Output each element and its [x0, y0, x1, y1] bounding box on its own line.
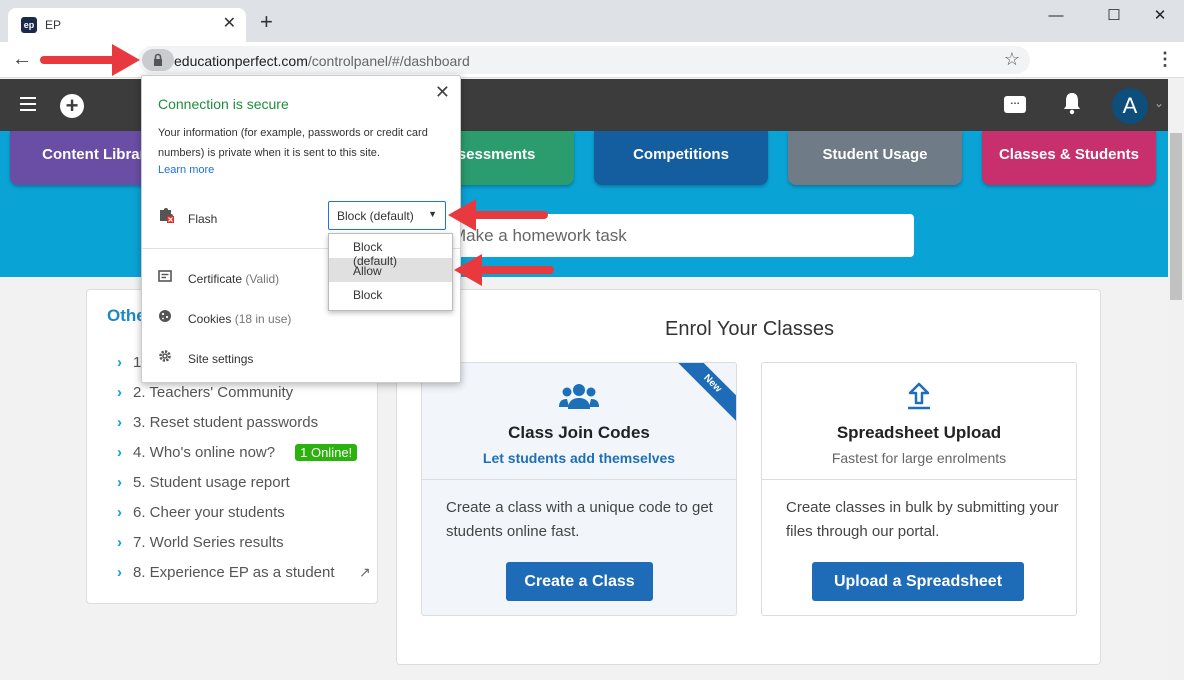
bell-icon[interactable]	[1062, 91, 1082, 121]
hamburger-menu-icon[interactable]	[20, 97, 36, 111]
online-badge: 1 Online!	[295, 444, 358, 461]
list-item[interactable]: › 4. Who's online now? 1 Online!	[117, 444, 358, 474]
list-item-label: 3. Reset student passwords	[133, 414, 319, 431]
list-item-label: 2. Teachers' Community	[133, 384, 294, 401]
list-item-label: 5. Student usage report	[133, 474, 290, 491]
enrol-card: Enrol Your Classes Class Join Codes Let …	[396, 289, 1101, 665]
certificate-icon	[158, 269, 188, 286]
maximize-icon[interactable]: ☐	[1094, 4, 1134, 28]
chevron-right-icon: ›	[117, 414, 122, 431]
spreadsheet-upload-option: Spreadsheet Upload Fastest for large enr…	[761, 362, 1077, 616]
option-subheading: Let students add themselves	[482, 450, 676, 466]
others-list: › 1. › 2. Teachers' Community › 3. Reset st…	[117, 354, 371, 594]
class-join-codes-option: Class Join Codes Let students add themse…	[421, 362, 737, 616]
url-host: educationperfect.com	[174, 53, 308, 69]
option-heading: Class Join Codes	[508, 423, 650, 442]
list-item[interactable]: › 6. Cheer your students	[117, 504, 357, 534]
nav-tile-classes-students[interactable]: Classes & Students	[982, 131, 1156, 185]
chevron-right-icon: ›	[117, 384, 122, 401]
caret-down-icon: ▼	[428, 209, 437, 219]
option-description: Create classes in bulk by submitting you…	[786, 499, 1059, 540]
tab-close-icon[interactable]: ✕	[223, 16, 236, 32]
browser-tab[interactable]: ep EP ✕	[8, 8, 246, 42]
close-icon[interactable]: ✕	[435, 82, 450, 103]
list-item[interactable]: › 8. Experience EP as a student ↗	[117, 564, 371, 594]
cookies-row[interactable]: Cookies (18 in use)	[158, 309, 291, 326]
upload-spreadsheet-button[interactable]: Upload a Spreadsheet	[812, 562, 1024, 601]
avatar[interactable]: A	[1112, 88, 1148, 124]
flash-label: Flash	[188, 212, 218, 226]
nav-tile-competitions[interactable]: Competitions	[594, 131, 768, 185]
add-circle-icon[interactable]: +	[60, 94, 84, 118]
puzzle-blocked-icon	[158, 207, 188, 226]
chevron-down-icon[interactable]: ⌄	[1154, 96, 1164, 110]
flash-dropdown-menu: Block (default) Allow Block	[328, 233, 453, 311]
list-item-label: 7. World Series results	[133, 534, 284, 551]
option-header: Class Join Codes Let students add themse…	[422, 363, 736, 480]
connection-secure-title: Connection is secure	[158, 96, 289, 112]
browser-menu-icon[interactable]: ⋮	[1156, 48, 1174, 70]
annotation-arrow-allow	[454, 254, 554, 286]
certificate-label: Certificate	[188, 272, 243, 286]
users-icon	[422, 381, 736, 418]
nav-tile-student-usage[interactable]: Student Usage	[788, 131, 962, 185]
list-item-label: 8. Experience EP as a student	[133, 564, 335, 581]
browser-toolbar: ← educationperfect.com/controlpanel/#/da…	[0, 42, 1184, 78]
option-subheading: Fastest for large enrolments	[831, 450, 1007, 466]
dropdown-option-block[interactable]: Block	[329, 282, 452, 306]
flash-permission-row: Flash	[158, 207, 217, 226]
chevron-right-icon: ›	[117, 534, 122, 551]
chevron-right-icon: ›	[117, 444, 122, 461]
list-item-label: 4. Who's online now?	[133, 444, 276, 461]
list-item[interactable]: › 5. Student usage report	[117, 474, 357, 504]
cookie-icon	[158, 309, 188, 326]
list-item[interactable]: › 3. Reset student passwords	[117, 414, 357, 444]
browser-titlebar: ep EP ✕ + — ☐ ✕	[0, 0, 1184, 42]
back-arrow-icon[interactable]: ←	[12, 49, 32, 69]
flash-select-value: Block (default)	[337, 209, 414, 223]
list-item[interactable]: › 7. World Series results	[117, 534, 357, 564]
external-link-icon: ↗	[359, 564, 371, 580]
address-bar[interactable]: educationperfect.com/controlpanel/#/dash…	[138, 46, 1030, 74]
dropdown-option-block-default[interactable]: Block (default)	[329, 234, 452, 268]
gear-icon	[158, 349, 188, 366]
option-header: Spreadsheet Upload Fastest for large enr…	[762, 363, 1076, 480]
site-info-button[interactable]	[142, 49, 174, 71]
chevron-right-icon: ›	[117, 354, 122, 371]
option-description: Create a class with a unique code to get…	[446, 499, 713, 540]
scrollbar-thumb[interactable]	[1170, 133, 1182, 300]
site-settings-label: Site settings	[188, 352, 254, 366]
lock-icon	[154, 53, 162, 66]
option-heading: Spreadsheet Upload	[836, 423, 1002, 442]
enrol-title: Enrol Your Classes	[665, 318, 834, 340]
learn-more-link[interactable]: Learn more	[158, 164, 214, 176]
cookies-label: Cookies	[188, 312, 232, 326]
certificate-row[interactable]: Certificate (Valid)	[158, 269, 279, 286]
cookies-status: (18 in use)	[234, 312, 292, 326]
site-info-popup: ✕ Connection is secure Your information …	[141, 75, 461, 383]
tab-title: EP	[45, 18, 62, 32]
upload-icon	[762, 381, 1076, 418]
new-tab-icon[interactable]: +	[260, 11, 273, 33]
list-item[interactable]: › 2. Teachers' Community	[117, 384, 357, 414]
list-item-label: 6. Cheer your students	[133, 504, 285, 521]
flash-select[interactable]: Block (default) ▼	[328, 201, 446, 230]
minimize-icon[interactable]: —	[1036, 4, 1076, 28]
chevron-right-icon: ›	[117, 564, 122, 581]
url-path: /controlpanel/#/dashboard	[307, 53, 470, 69]
url-text: educationperfect.com/controlpanel/#/dash…	[174, 53, 470, 69]
bookmark-star-icon[interactable]: ☆	[1004, 49, 1020, 70]
create-class-button[interactable]: Create a Class	[506, 562, 653, 601]
connection-description: Your information (for example, passwords…	[158, 127, 428, 159]
chevron-right-icon: ›	[117, 474, 122, 491]
chevron-right-icon: ›	[117, 504, 122, 521]
certificate-status: (Valid)	[245, 272, 280, 286]
annotation-arrow-flash-select	[448, 199, 548, 231]
ep-favicon-icon: ep	[21, 17, 37, 33]
site-settings-row[interactable]: Site settings	[158, 349, 253, 366]
window-close-icon[interactable]: ✕	[1140, 4, 1180, 28]
annotation-arrow-lock	[40, 44, 140, 76]
chat-icon[interactable]: …	[1004, 96, 1026, 113]
